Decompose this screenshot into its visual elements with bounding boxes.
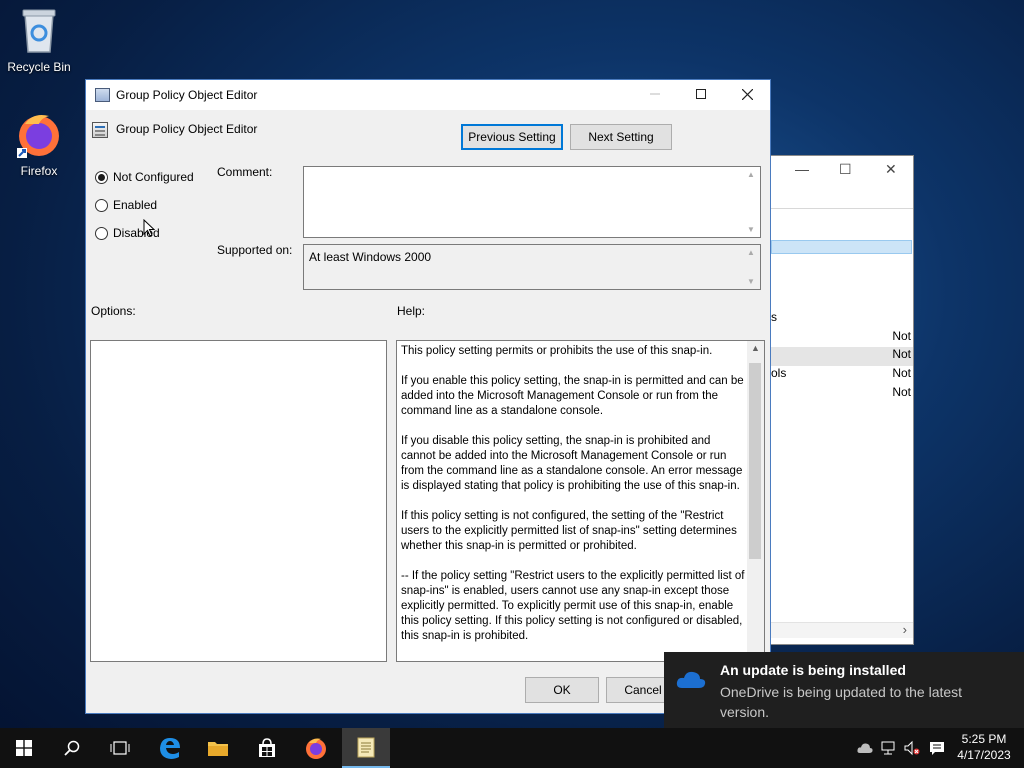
help-panel[interactable]: This policy setting permits or prohibits…	[396, 340, 765, 662]
firefox-icon	[17, 115, 59, 158]
action-center-icon[interactable]	[929, 740, 945, 756]
help-scroll-thumb[interactable]	[749, 363, 761, 559]
next-setting-button[interactable]: Next Setting	[570, 124, 672, 150]
edge-icon	[160, 738, 180, 759]
group-policy-dialog[interactable]: Group Policy Object Editor Group Policy …	[85, 79, 771, 714]
dialog-titlebar[interactable]: Group Policy Object Editor	[86, 80, 770, 110]
radio-button[interactable]	[95, 226, 108, 240]
update-toast[interactable]: An update is being installed OneDrive is…	[664, 652, 1024, 728]
bg-maximize-button[interactable]: ☐	[839, 161, 852, 178]
recycle-bin-icon	[22, 9, 56, 53]
scroll-right-icon[interactable]: ›	[903, 622, 907, 637]
store-icon	[259, 738, 275, 757]
setting-title: Group Policy Object Editor	[116, 122, 258, 136]
notepad-icon	[357, 737, 375, 758]
help-text: This policy setting permits or prohibits…	[401, 344, 745, 659]
options-label: Options:	[91, 304, 136, 318]
scroll-up-icon[interactable]: ▲	[751, 343, 760, 353]
bg-list-row[interactable]: Not	[769, 329, 913, 348]
background-window[interactable]: — ☐ ✕ s Not Not ols Not Not ›	[768, 155, 914, 645]
close-icon	[741, 88, 753, 101]
taskbar-file-explorer[interactable]	[194, 728, 242, 768]
bg-list-row[interactable]: Not	[769, 347, 913, 366]
bg-close-button[interactable]: ✕	[885, 161, 897, 178]
help-paragraph: If this policy setting is not configured…	[401, 510, 737, 552]
taskbar-search-button[interactable]	[48, 728, 96, 768]
supported-on-value: At least Windows 2000	[309, 250, 432, 264]
start-button[interactable]	[0, 728, 48, 768]
recycle-bin-label: Recycle Bin	[7, 60, 71, 74]
bg-horizontal-scrollbar[interactable]: ›	[769, 622, 913, 638]
desktop-icon-recycle-bin[interactable]: Recycle Bin	[1, 6, 77, 74]
window-title: Group Policy Object Editor	[116, 88, 258, 102]
scroll-up-icon[interactable]: ▲	[747, 170, 755, 179]
desktop-icon-firefox[interactable]: Firefox	[1, 110, 77, 178]
toast-title: An update is being installed	[720, 662, 906, 678]
file-explorer-icon	[208, 742, 228, 756]
help-paragraph: If you enable this policy setting, the s…	[401, 375, 744, 417]
radio-button[interactable]	[95, 198, 108, 212]
policy-setting-icon	[92, 122, 108, 138]
bg-toolbar-divider	[769, 208, 913, 214]
clock-date: 4/17/2023	[957, 748, 1011, 762]
ok-button[interactable]: OK	[525, 677, 599, 703]
maximize-icon	[696, 89, 706, 99]
taskbar-firefox[interactable]	[292, 728, 340, 768]
onedrive-tray-icon[interactable]	[857, 740, 873, 756]
previous-setting-button[interactable]: Previous Setting	[461, 124, 563, 150]
radio-label: Enabled	[113, 198, 158, 212]
network-icon[interactable]	[880, 740, 896, 756]
supported-on-label: Supported on:	[217, 243, 293, 257]
clock-time: 5:25 PM	[961, 732, 1007, 746]
background-window-titlebar: — ☐ ✕	[769, 156, 913, 184]
radio-enabled[interactable]: Enabled	[95, 198, 157, 212]
options-panel[interactable]	[90, 340, 387, 662]
scroll-up-icon[interactable]: ▲	[747, 248, 755, 257]
taskbar-store[interactable]	[243, 728, 291, 768]
minimize-button[interactable]	[632, 80, 678, 109]
scroll-down-icon[interactable]: ▼	[747, 277, 755, 286]
radio-not-configured[interactable]: Not Configured	[95, 170, 194, 184]
volume-muted-icon[interactable]	[904, 740, 920, 756]
scroll-down-icon[interactable]: ▼	[747, 225, 755, 234]
radio-button-selected[interactable]	[95, 170, 108, 184]
policy-editor-icon	[95, 88, 110, 102]
taskbar-clock[interactable]: 5:25 PM 4/17/2023	[950, 731, 1018, 763]
help-scrollbar[interactable]: ▲	[747, 341, 764, 661]
bg-list-row[interactable]: ols Not	[769, 366, 913, 385]
bg-list-row[interactable]: s	[769, 310, 913, 329]
onedrive-icon	[676, 671, 706, 688]
toast-message: OneDrive is being updated to the latest …	[720, 684, 963, 720]
mouse-cursor-icon	[143, 219, 155, 237]
help-paragraph: -- If the policy setting "Restrict users…	[401, 570, 745, 642]
close-button[interactable]	[724, 80, 770, 109]
bg-minimize-button[interactable]: —	[795, 161, 809, 177]
comment-scrollbar[interactable]: ▲ ▼	[743, 167, 760, 237]
help-label: Help:	[397, 304, 426, 318]
comment-label: Comment:	[217, 165, 273, 179]
start-icon	[16, 740, 32, 756]
firefox-label: Firefox	[20, 164, 58, 178]
search-icon	[64, 740, 80, 756]
maximize-button[interactable]	[678, 80, 724, 109]
radio-label: Not Configured	[113, 170, 194, 184]
help-paragraph: This policy setting permits or prohibits…	[401, 345, 713, 357]
task-view-button[interactable]	[96, 728, 144, 768]
supported-on-field: At least Windows 2000 ▲ ▼	[303, 244, 761, 290]
supported-on-scrollbar[interactable]: ▲ ▼	[743, 245, 760, 289]
task-view-icon	[110, 741, 130, 755]
bg-list-row[interactable]: Not	[769, 385, 913, 404]
taskbar-notepad[interactable]	[342, 728, 390, 768]
firefox-icon	[306, 738, 326, 759]
help-paragraph: If you disable this policy setting, the …	[401, 435, 743, 492]
bg-selected-row[interactable]	[771, 240, 912, 254]
comment-textarea[interactable]: ▲ ▼	[303, 166, 761, 238]
minimize-icon	[650, 93, 660, 95]
taskbar-edge[interactable]	[146, 728, 194, 768]
taskbar: 5:25 PM 4/17/2023	[0, 728, 1024, 768]
